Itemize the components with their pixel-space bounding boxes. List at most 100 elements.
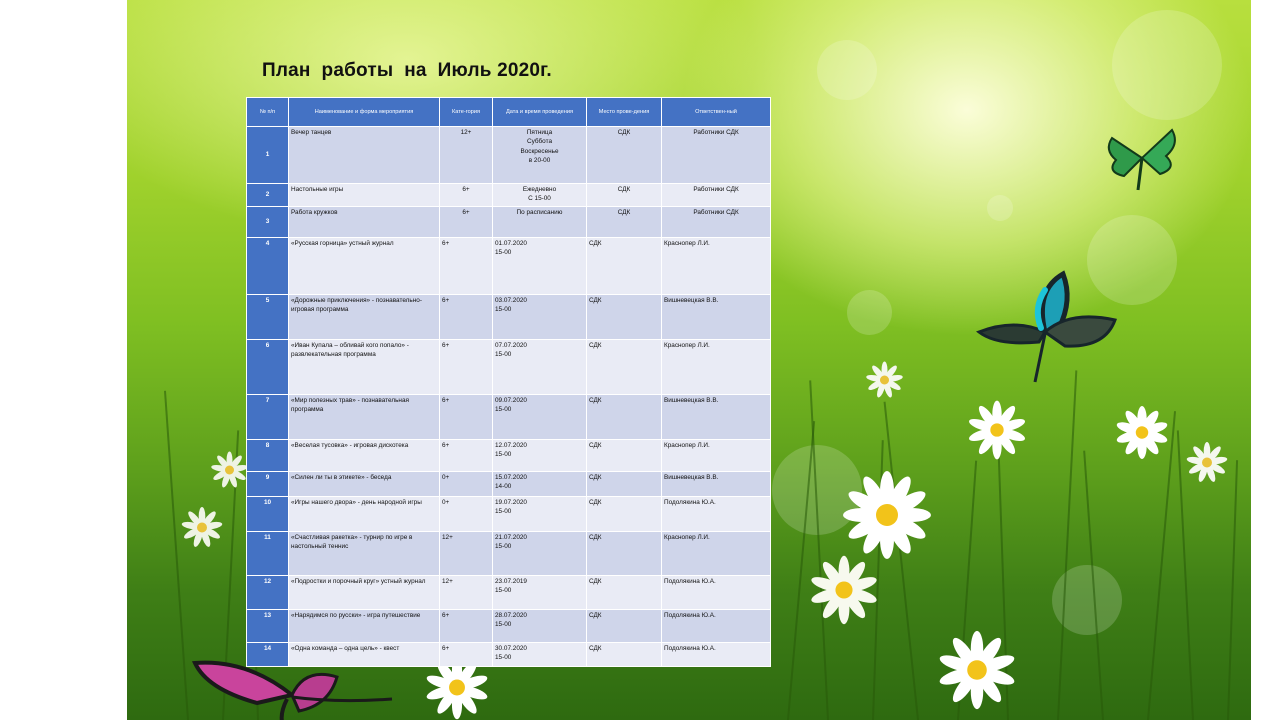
row-number: 2: [246, 183, 289, 207]
event-place: СДК: [586, 496, 662, 532]
event-date: 03.07.2020 15-00: [492, 294, 587, 340]
header-responsible: Ответствен-ный: [661, 97, 771, 127]
table-row: 11 «Счастливая ракетка» - турнир по игре…: [246, 531, 771, 576]
event-name: Настольные игры: [288, 183, 440, 207]
event-category: 6+: [439, 439, 493, 472]
row-number: 4: [246, 237, 289, 295]
header-number: № п/п: [246, 97, 289, 127]
event-date: 01.07.2020 15-00: [492, 237, 587, 295]
daisy-flower-icon: [1186, 441, 1228, 482]
event-responsible: Работники СДК: [661, 183, 771, 207]
event-category: 12+: [439, 575, 493, 610]
daisy-flower-icon: [1116, 406, 1168, 459]
blue-butterfly-icon: [975, 270, 1117, 383]
event-place: СДК: [586, 439, 662, 472]
table-row: 5 «Дорожные приключения» - познавательно…: [246, 294, 771, 340]
event-date: Ежедневно С 15-00: [492, 183, 587, 207]
event-category: 6+: [439, 642, 493, 667]
event-name: Вечер танцев: [288, 126, 440, 184]
event-category: 6+: [439, 206, 493, 238]
header-date-time: Дата и время проведения: [492, 97, 587, 127]
row-number: 12: [246, 575, 289, 610]
event-date: 30.07.2020 15-00: [492, 642, 587, 667]
event-category: 6+: [439, 294, 493, 340]
row-number: 1: [246, 126, 289, 184]
row-number: 13: [246, 609, 289, 643]
table-header-row: № п/п Наименование и форма мероприятия К…: [246, 97, 771, 127]
table-row: 13 «Нарядимся по русски» - игра путешест…: [246, 609, 771, 643]
event-name: «Мир полезных трав» - познавательная про…: [288, 394, 440, 440]
bokeh-light: [1112, 10, 1222, 120]
event-place: СДК: [586, 471, 662, 497]
table-row: 9 «Силен ли ты в этикете» - беседа 0+ 15…: [246, 471, 771, 497]
row-number: 6: [246, 339, 289, 395]
header-category: Кате-гория: [439, 97, 493, 127]
daisy-flower-icon: [866, 361, 903, 398]
event-category: 12+: [439, 531, 493, 576]
event-category: 12+: [439, 126, 493, 184]
table-row: 10 «Игры нашего двора» - день народной и…: [246, 496, 771, 532]
page-title: План работы на Июль 2020г.: [262, 60, 552, 81]
event-place: СДК: [586, 609, 662, 643]
event-category: 6+: [439, 237, 493, 295]
table-row: 7 «Мир полезных трав» - познавательная п…: [246, 394, 771, 440]
table-row: 2 Настольные игры 6+ Ежедневно С 15-00 С…: [246, 183, 771, 207]
event-name: «Веселая тусовка» - игровая дискотека: [288, 439, 440, 472]
event-responsible: Подолякина Ю.А.: [661, 575, 771, 610]
event-date: По расписанию: [492, 206, 587, 238]
event-name: «Иван Купала – обливай кого попало» - ра…: [288, 339, 440, 395]
event-category: 0+: [439, 496, 493, 532]
table-row: 3 Работа кружков 6+ По расписанию СДК Ра…: [246, 206, 771, 238]
row-number: 14: [246, 642, 289, 667]
event-place: СДК: [586, 339, 662, 395]
event-name: Работа кружков: [288, 206, 440, 238]
bokeh-light: [847, 290, 892, 335]
event-name: «Русская горница» устный журнал: [288, 237, 440, 295]
event-name: «Одна команда – одна цель» - квест: [288, 642, 440, 667]
table-row: 12 «Подростки и порочный круг» устный жу…: [246, 575, 771, 610]
event-responsible: Вишневецкая В.В.: [661, 294, 771, 340]
event-responsible: Краснопер Л.И.: [661, 339, 771, 395]
event-name: «Дорожные приключения» - познавательно-и…: [288, 294, 440, 340]
event-date: 07.07.2020 15-00: [492, 339, 587, 395]
event-date: 15.07.2020 14-00: [492, 471, 587, 497]
event-responsible: Подолякина Ю.А.: [661, 609, 771, 643]
table-row: 6 «Иван Купала – обливай кого попало» - …: [246, 339, 771, 395]
event-name: «Силен ли ты в этикете» - беседа: [288, 471, 440, 497]
event-responsible: Работники СДК: [661, 206, 771, 238]
row-number: 8: [246, 439, 289, 472]
event-responsible: Подолякина Ю.А.: [661, 496, 771, 532]
event-date: 23.07.2019 15-00: [492, 575, 587, 610]
daisy-flower-icon: [811, 555, 877, 625]
event-responsible: Вишневецкая В.В.: [661, 471, 771, 497]
row-number: 11: [246, 531, 289, 576]
bokeh-light: [987, 195, 1013, 221]
daisy-flower-icon: [939, 630, 1015, 710]
header-place: Место прове-дения: [586, 97, 662, 127]
row-number: 7: [246, 394, 289, 440]
event-date: Пятница Суббота Воскресенье в 20-00: [492, 126, 587, 184]
event-category: 6+: [439, 609, 493, 643]
event-place: СДК: [586, 394, 662, 440]
event-place: СДК: [586, 206, 662, 238]
row-number: 10: [246, 496, 289, 532]
green-butterfly-icon: [1107, 128, 1176, 191]
event-place: СДК: [586, 183, 662, 207]
event-responsible: Краснопер Л.И.: [661, 439, 771, 472]
event-name: «Счастливая ракетка» - турнир по игре в …: [288, 531, 440, 576]
bokeh-light: [817, 40, 877, 100]
event-name: «Подростки и порочный круг» устный журна…: [288, 575, 440, 610]
event-place: СДК: [586, 126, 662, 184]
event-date: 28.07.2020 15-00: [492, 609, 587, 643]
event-place: СДК: [586, 531, 662, 576]
event-responsible: Подолякина Ю.А.: [661, 642, 771, 667]
event-responsible: Краснопер Л.И.: [661, 531, 771, 576]
row-number: 3: [246, 206, 289, 238]
event-category: 6+: [439, 183, 493, 207]
event-date: 12.07.2020 15-00: [492, 439, 587, 472]
row-number: 9: [246, 471, 289, 497]
event-responsible: Работники СДК: [661, 126, 771, 184]
header-event-name: Наименование и форма мероприятия: [288, 97, 440, 127]
event-place: СДК: [586, 237, 662, 295]
events-table: № п/п Наименование и форма мероприятия К…: [246, 97, 771, 667]
